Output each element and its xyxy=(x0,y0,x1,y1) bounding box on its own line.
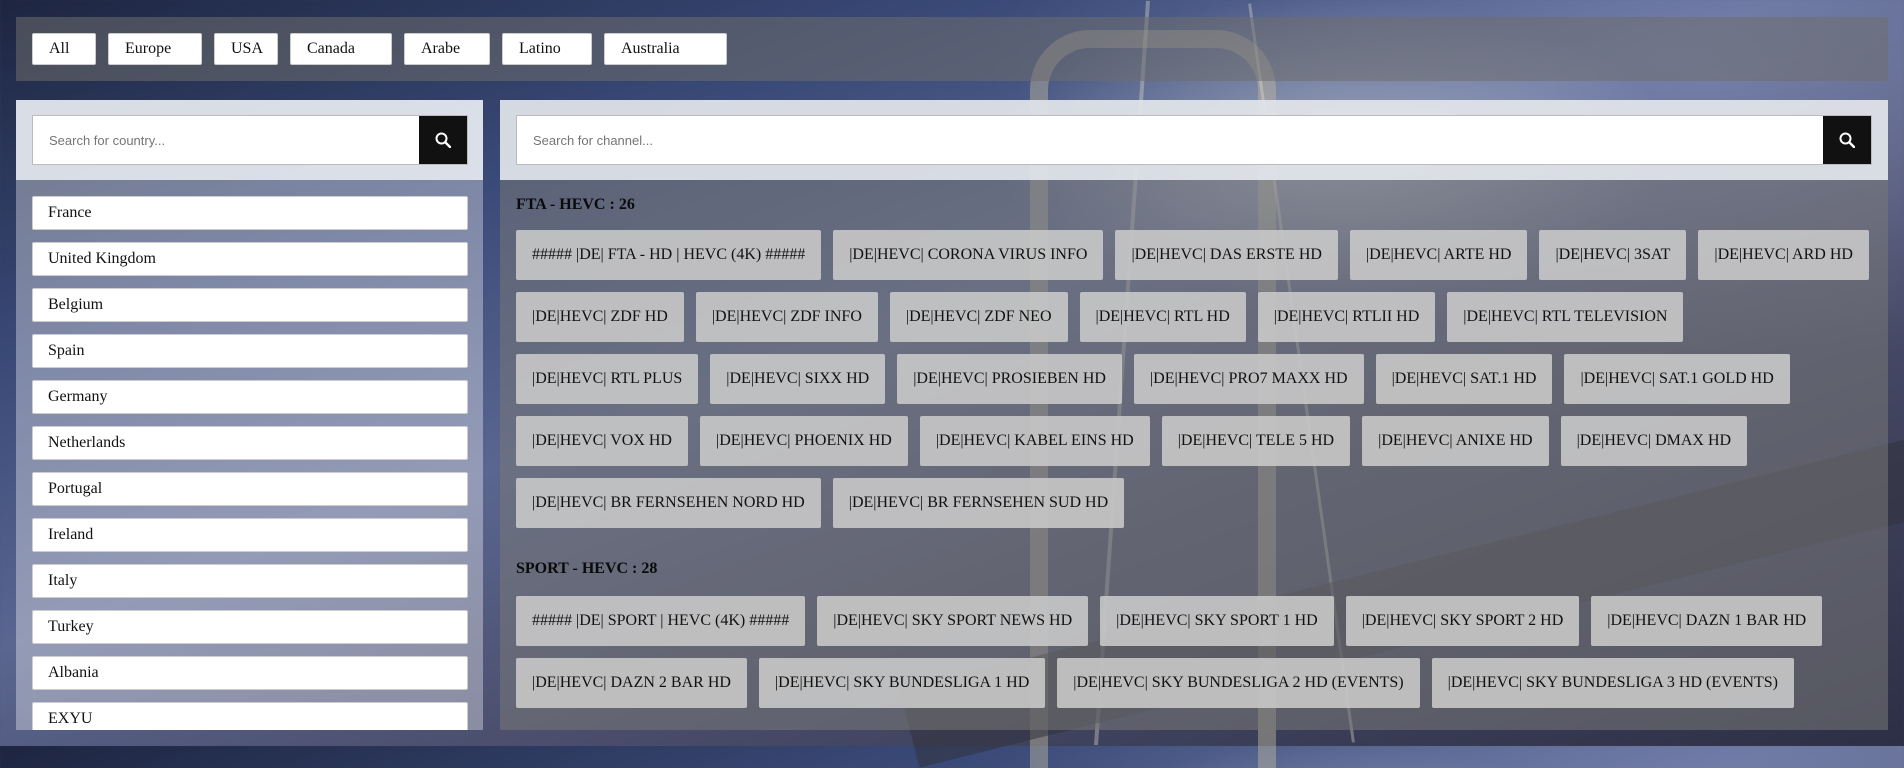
country-item-united-kingdom[interactable]: United Kingdom xyxy=(32,242,468,276)
channel-button[interactable]: |DE|HEVC| BR FERNSEHEN SUD HD xyxy=(832,478,1125,528)
channel-button[interactable]: |DE|HEVC| RTLII HD xyxy=(1257,292,1436,342)
channel-button[interactable]: ##### |DE| SPORT | HEVC (4K) ##### xyxy=(516,596,806,646)
channel-button[interactable]: |DE|HEVC| CORONA VIRUS INFO xyxy=(833,230,1104,280)
region-chip-australia[interactable]: Australia xyxy=(604,33,727,65)
channel-button[interactable]: ##### |DE| FTA - HD | HEVC (4K) ##### xyxy=(516,230,822,280)
channel-button[interactable]: |DE|HEVC| DAS ERSTE HD xyxy=(1115,230,1338,280)
channel-button[interactable]: |DE|HEVC| RTL HD xyxy=(1079,292,1246,342)
channel-button[interactable]: |DE|HEVC| SKY BUNDESLIGA 1 HD xyxy=(758,658,1046,708)
channel-button[interactable]: |DE|HEVC| DAZN 1 BAR HD xyxy=(1591,596,1823,646)
channel-search-input[interactable] xyxy=(517,116,1823,164)
region-chip-europe[interactable]: Europe xyxy=(108,33,202,65)
country-item-belgium[interactable]: Belgium xyxy=(32,288,468,322)
channel-button[interactable]: |DE|HEVC| TELE 5 HD xyxy=(1161,416,1351,466)
country-search-bar xyxy=(16,100,483,180)
channel-button[interactable]: |DE|HEVC| PHOENIX HD xyxy=(699,416,908,466)
region-chip-canada[interactable]: Canada xyxy=(290,33,392,65)
country-item-exyu[interactable]: EXYU xyxy=(32,702,468,730)
region-chip-usa[interactable]: USA xyxy=(214,33,278,65)
channel-button[interactable]: |DE|HEVC| SKY SPORT 2 HD xyxy=(1345,596,1580,646)
channel-search-bar xyxy=(500,100,1888,180)
country-item-albania[interactable]: Albania xyxy=(32,656,468,690)
region-filter-bar: All Europe USA Canada Arabe Latino Austr… xyxy=(16,17,1888,81)
region-chip-latino[interactable]: Latino xyxy=(502,33,592,65)
channel-button[interactable]: |DE|HEVC| RTL TELEVISION xyxy=(1447,292,1684,342)
channel-button[interactable]: |DE|HEVC| PROSIEBEN HD xyxy=(897,354,1122,404)
country-panel: France United Kingdom Belgium Spain Germ… xyxy=(16,100,483,730)
channel-grid-sport: ##### |DE| SPORT | HEVC (4K) ##### |DE|HE… xyxy=(516,596,1876,708)
channel-button[interactable]: |DE|HEVC| SKY SPORT NEWS HD xyxy=(817,596,1089,646)
channel-panel: FTA - HEVC : 26 ##### |DE| FTA - HD | HE… xyxy=(500,100,1888,730)
region-chip-arabe[interactable]: Arabe xyxy=(404,33,490,65)
search-icon xyxy=(1839,132,1855,148)
country-search-button[interactable] xyxy=(419,116,467,164)
country-item-italy[interactable]: Italy xyxy=(32,564,468,598)
search-icon xyxy=(435,132,451,148)
channel-button[interactable]: |DE|HEVC| KABEL EINS HD xyxy=(919,416,1150,466)
country-item-portugal[interactable]: Portugal xyxy=(32,472,468,506)
channel-button[interactable]: |DE|HEVC| ZDF HD xyxy=(516,292,684,342)
channel-button[interactable]: |DE|HEVC| SKY SPORT 1 HD xyxy=(1100,596,1334,646)
country-search-box xyxy=(32,115,468,165)
channel-button[interactable]: |DE|HEVC| DAZN 2 BAR HD xyxy=(516,658,747,708)
channel-grid-fta: ##### |DE| FTA - HD | HEVC (4K) ##### |DE… xyxy=(516,230,1876,528)
section-title-sport: SPORT - HEVC : 28 xyxy=(516,560,658,577)
section-title-fta: FTA - HEVC : 26 xyxy=(516,196,635,213)
country-item-france[interactable]: France xyxy=(32,196,468,230)
channel-button[interactable]: |DE|HEVC| SAT.1 GOLD HD xyxy=(1564,354,1790,404)
channel-button[interactable]: |DE|HEVC| SAT.1 HD xyxy=(1375,354,1553,404)
channel-button[interactable]: |DE|HEVC| DMAX HD xyxy=(1560,416,1748,466)
channel-button[interactable]: |DE|HEVC| ZDF NEO xyxy=(889,292,1068,342)
country-item-spain[interactable]: Spain xyxy=(32,334,468,368)
channel-button[interactable]: |DE|HEVC| BR FERNSEHEN NORD HD xyxy=(516,478,821,528)
channel-button[interactable]: |DE|HEVC| ZDF INFO xyxy=(695,292,878,342)
country-item-ireland[interactable]: Ireland xyxy=(32,518,468,552)
channel-button[interactable]: |DE|HEVC| RTL PLUS xyxy=(516,354,699,404)
country-list: France United Kingdom Belgium Spain Germ… xyxy=(32,196,468,730)
country-item-netherlands[interactable]: Netherlands xyxy=(32,426,468,460)
region-chip-all[interactable]: All xyxy=(32,33,96,65)
country-item-germany[interactable]: Germany xyxy=(32,380,468,414)
channel-button[interactable]: |DE|HEVC| SIXX HD xyxy=(710,354,886,404)
channel-button[interactable]: |DE|HEVC| ANIXE HD xyxy=(1362,416,1549,466)
country-search-input[interactable] xyxy=(33,116,419,164)
channel-search-button[interactable] xyxy=(1823,116,1871,164)
channel-button[interactable]: |DE|HEVC| ARTE HD xyxy=(1349,230,1528,280)
channel-button[interactable]: |DE|HEVC| SKY BUNDESLIGA 2 HD (EVENTS) xyxy=(1057,658,1420,708)
channel-button[interactable]: |DE|HEVC| PRO7 MAXX HD xyxy=(1133,354,1364,404)
country-item-turkey[interactable]: Turkey xyxy=(32,610,468,644)
channel-button[interactable]: |DE|HEVC| VOX HD xyxy=(516,416,688,466)
channel-search-box xyxy=(516,115,1872,165)
channel-button[interactable]: |DE|HEVC| 3SAT xyxy=(1539,230,1687,280)
channel-button[interactable]: |DE|HEVC| SKY BUNDESLIGA 3 HD (EVENTS) xyxy=(1431,658,1794,708)
channel-button[interactable]: |DE|HEVC| ARD HD xyxy=(1698,230,1869,280)
